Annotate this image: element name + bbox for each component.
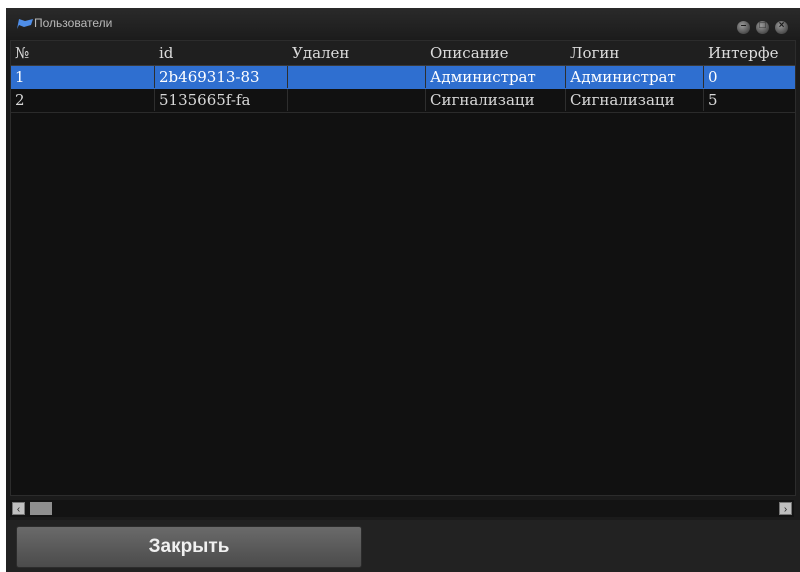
cell-interface: 0 — [708, 68, 718, 86]
column-header-description[interactable]: Описание — [426, 41, 566, 65]
cell-deleted — [288, 66, 426, 88]
cell-description: Сигнализаци — [426, 89, 566, 111]
flag-icon — [17, 19, 33, 29]
cell-login: Администрат — [566, 66, 704, 88]
table-row[interactable]: 1 2b469313-83 Администрат Администрат 0 — [11, 66, 795, 89]
column-header-id[interactable]: id — [155, 41, 288, 65]
users-table[interactable]: № id Удален Описание Логин Интерфе 1 2b4… — [10, 40, 796, 496]
column-header-interface[interactable]: Интерфе — [704, 41, 795, 65]
table-row[interactable]: 2 5135665f-fa Сигнализаци Сигнализаци 5 — [11, 89, 795, 113]
cell-number: 2 — [11, 89, 155, 111]
cell-number: 1 — [11, 66, 155, 88]
close-button[interactable]: Закрыть — [16, 526, 362, 568]
maximize-icon[interactable]: □ — [756, 20, 769, 34]
horizontal-scrollbar[interactable]: ‹ › — [10, 500, 794, 517]
cell-id: 2b469313-83 — [155, 66, 288, 88]
cell-description: Администрат — [426, 66, 566, 88]
cell-deleted — [288, 89, 426, 111]
close-icon[interactable]: × — [775, 20, 788, 34]
cell-id: 5135665f-fa — [155, 89, 288, 111]
column-header-login[interactable]: Логин — [566, 41, 704, 65]
minimize-icon[interactable]: – — [737, 20, 750, 34]
column-header-deleted[interactable]: Удален — [288, 41, 426, 65]
scroll-right-icon[interactable]: › — [779, 502, 792, 515]
title-bar[interactable]: Пользователи – □ × — [6, 8, 800, 39]
column-header-number[interactable]: № — [11, 41, 155, 65]
window-title: Пользователи — [34, 16, 113, 30]
scrollbar-thumb[interactable] — [30, 502, 52, 515]
table-header: № id Удален Описание Логин Интерфе — [11, 41, 795, 66]
cell-login: Сигнализаци — [566, 89, 704, 111]
footer: Закрыть — [6, 520, 800, 572]
scroll-left-icon[interactable]: ‹ — [12, 502, 25, 515]
cell-interface: 5 — [708, 91, 718, 109]
users-window: Пользователи – □ × № id Удален Описание … — [6, 8, 800, 572]
